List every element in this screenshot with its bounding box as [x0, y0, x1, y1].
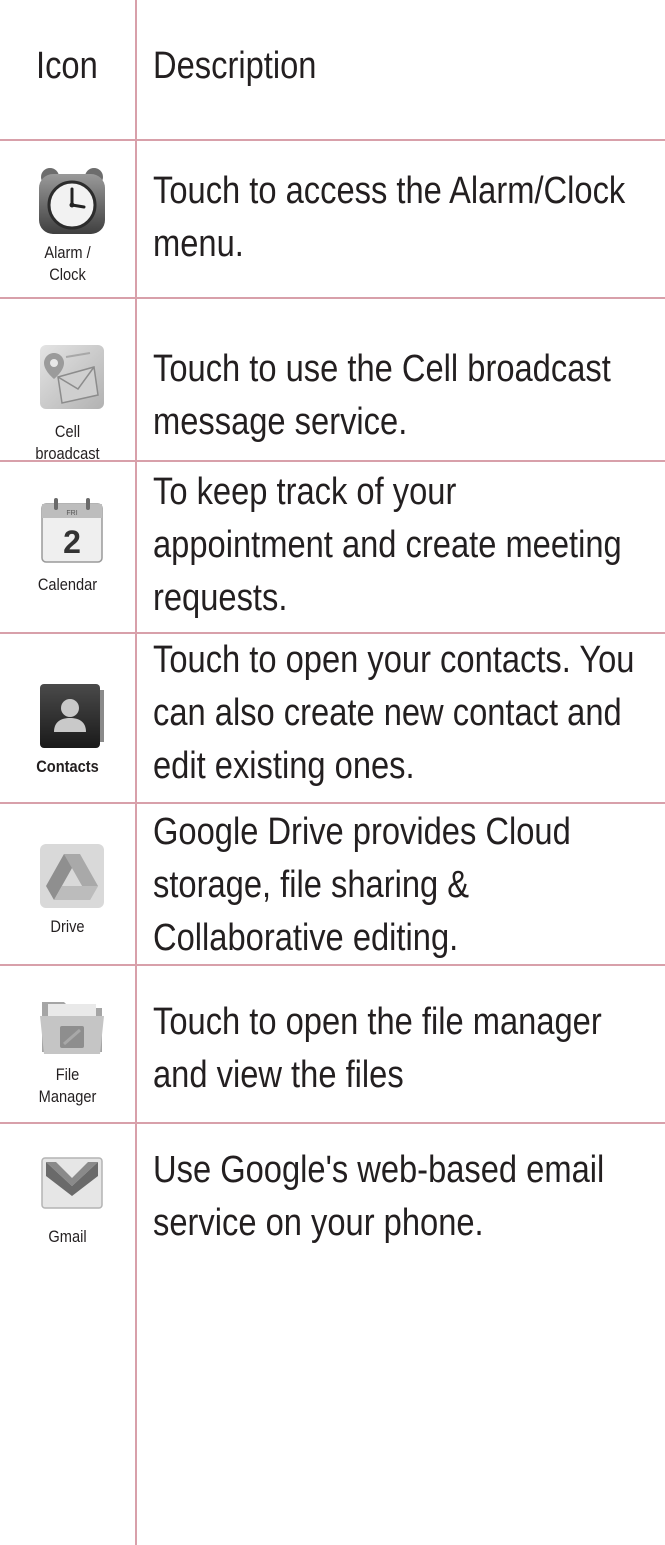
icon-cell: Contacts — [0, 634, 135, 802]
calendar-description: To keep track of your appointment and cr… — [153, 471, 622, 619]
drive-icon — [36, 840, 108, 912]
icon-cell: Cell broadcast — [0, 299, 135, 463]
icon-description-table: Icon Description Alarm / Clock Touch to … — [0, 0, 665, 1545]
calendar-label: Calendar — [37, 575, 98, 594]
icon-column-header: Icon — [36, 45, 98, 87]
icon-cell: FRI 2 Calendar — [0, 462, 135, 632]
contacts-label: Contacts — [36, 757, 99, 776]
alarm-clock-description: Touch to access the Alarm/Clock menu. — [153, 170, 626, 265]
drive-description: Google Drive provides Cloud storage, fil… — [153, 811, 571, 959]
calendar-day-number: 2 — [63, 524, 81, 560]
description-column-header: Description — [153, 45, 317, 87]
svg-text:FRI: FRI — [66, 510, 77, 517]
icon-cell: File Manager — [0, 966, 135, 1122]
cell-broadcast-description: Touch to use the Cell broadcast message … — [153, 348, 611, 443]
table-header-row: Icon Description — [0, 0, 665, 141]
calendar-icon: FRI 2 — [36, 494, 108, 566]
cell-broadcast-label: Cell broadcast — [35, 422, 100, 463]
contacts-icon — [36, 680, 108, 752]
icon-cell: Alarm / Clock — [0, 141, 135, 297]
table-row-gmail: Gmail Use Google's web-based email servi… — [0, 1124, 665, 1545]
gmail-icon — [36, 1146, 108, 1218]
gmail-label: Gmail — [48, 1227, 87, 1246]
cell-broadcast-icon — [36, 341, 108, 413]
drive-label: Drive — [50, 917, 85, 936]
table-row-file-manager: File Manager Touch to open the file mana… — [0, 966, 665, 1124]
icon-cell: Drive — [0, 804, 135, 964]
file-manager-label: File Manager — [38, 1065, 97, 1106]
file-manager-description: Touch to open the file manager and view … — [153, 1001, 602, 1096]
contacts-description: Touch to open your contacts. You can als… — [153, 639, 635, 787]
column-divider — [135, 0, 137, 1545]
table-row-cell-broadcast: Cell broadcast Touch to use the Cell bro… — [0, 299, 665, 463]
alarm-clock-icon — [36, 165, 108, 237]
alarm-clock-label: Alarm / Clock — [44, 243, 91, 284]
file-manager-icon — [36, 988, 108, 1060]
icon-cell: Gmail — [0, 1124, 135, 1545]
table-row-drive: Drive Google Drive provides Cloud storag… — [0, 804, 665, 966]
table-row-calendar: FRI 2 Calendar To keep track of your app… — [0, 462, 665, 634]
table-row-contacts: Contacts Touch to open your contacts. Yo… — [0, 634, 665, 804]
table-row-alarm-clock: Alarm / Clock Touch to access the Alarm/… — [0, 141, 665, 299]
gmail-description: Use Google's web-based email service on … — [153, 1149, 605, 1244]
